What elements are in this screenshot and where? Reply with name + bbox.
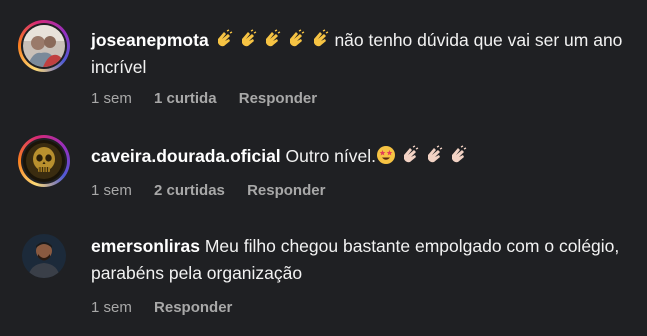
comment-time: 1 sem [91,299,132,316]
comment-text: Outro nível. [285,146,377,166]
comment-time: 1 sem [91,90,132,107]
comment-time: 1 sem [91,182,132,199]
likes-count[interactable]: 2 curtidas [154,182,225,199]
likes-count[interactable]: 1 curtida [154,90,217,107]
avatar [22,234,66,278]
star-struck-icon [376,146,400,166]
clapping-hands-icon [214,29,335,50]
avatar [23,25,65,67]
reply-button[interactable]: Responder [247,182,325,199]
reply-button[interactable]: Responder [154,299,232,316]
comment-username[interactable]: caveira.dourada.oficial [91,146,281,166]
avatar [23,140,65,182]
avatar-story-ring[interactable] [18,20,70,72]
avatar-container[interactable] [18,230,70,282]
clapping-hands-icon [400,145,472,166]
comment-username[interactable]: joseanepmota [91,30,209,50]
avatar-story-ring[interactable] [18,135,70,187]
comment-username[interactable]: emersonliras [91,236,200,256]
reply-button[interactable]: Responder [239,90,317,107]
